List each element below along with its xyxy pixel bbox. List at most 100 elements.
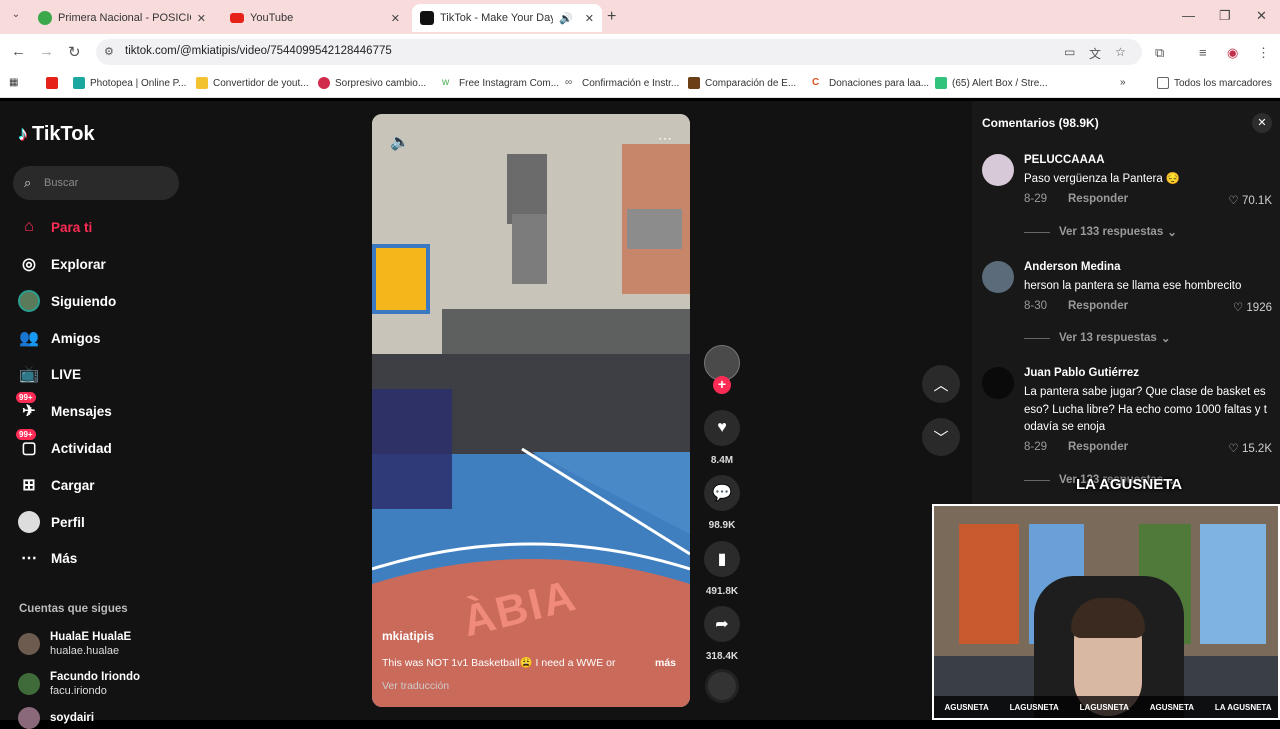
nav-perfil[interactable]: Perfil bbox=[18, 509, 85, 535]
nav-actividad[interactable]: ▢ 99+ Actividad bbox=[16, 429, 112, 461]
browser-tab[interactable]: Primera Nacional - POSICIONES ✕ bbox=[30, 4, 214, 32]
streamer-hair bbox=[1071, 598, 1145, 638]
reply-button[interactable]: Responder bbox=[1068, 441, 1128, 453]
follow-plus-icon[interactable]: + bbox=[713, 376, 731, 394]
cast-icon[interactable]: ▭ bbox=[1064, 45, 1075, 59]
comment-username[interactable]: Anderson Medina bbox=[1024, 261, 1120, 273]
bookmark-item[interactable]: C Donaciones para laa... bbox=[812, 77, 929, 89]
like-button[interactable]: ♥ bbox=[704, 410, 740, 446]
restore-icon[interactable]: ❐ bbox=[1219, 8, 1231, 24]
close-tab-icon[interactable]: ✕ bbox=[585, 12, 594, 25]
comment-like[interactable]: ♡ 70.1K bbox=[1228, 193, 1272, 207]
volume-icon[interactable]: 🔈 bbox=[390, 132, 410, 152]
nav-amigos[interactable]: 👥 Amigos bbox=[18, 325, 101, 351]
video-more-dots-icon[interactable]: ⋯ bbox=[658, 130, 672, 147]
bookmark-item[interactable]: Sorpresivo cambio... bbox=[318, 77, 426, 89]
nav-cargar[interactable]: ⊞ Cargar bbox=[18, 472, 94, 498]
tab-search-chevron-icon[interactable]: ⌄ bbox=[8, 9, 24, 25]
following-account[interactable]: soydairi bbox=[18, 707, 94, 729]
c-icon: C bbox=[812, 77, 824, 89]
comment-like[interactable]: ♡ 15.2K bbox=[1228, 441, 1272, 455]
all-bookmarks[interactable]: Todos los marcadores bbox=[1157, 77, 1272, 89]
avatar bbox=[18, 633, 40, 655]
back-icon[interactable]: ← bbox=[11, 43, 26, 60]
profile-avatar-icon[interactable]: ◉ bbox=[1227, 45, 1238, 61]
tiktok-logo[interactable]: ♪ TikTok bbox=[18, 123, 95, 146]
nav-mensajes[interactable]: ✈ 99+ Mensajes bbox=[16, 392, 112, 424]
more-dots-icon: ⋯ bbox=[21, 550, 37, 567]
close-comments-button[interactable]: ✕ bbox=[1252, 113, 1272, 133]
avatar[interactable] bbox=[982, 367, 1014, 399]
following-account[interactable]: HualaE HualaE hualae.hualae bbox=[18, 630, 131, 658]
speaker-icon[interactable]: 🔊 bbox=[559, 12, 573, 25]
forward-icon[interactable]: → bbox=[39, 43, 54, 60]
nav-mas[interactable]: ⋯ Más bbox=[18, 545, 77, 571]
bookmark-item[interactable]: Convertidor de yout... bbox=[196, 77, 309, 89]
share-arrow-icon: ➦ bbox=[715, 616, 729, 633]
url-text[interactable]: tiktok.com/@mkiatipis/video/754409954212… bbox=[125, 45, 392, 57]
bookmarks-overflow-icon[interactable]: » bbox=[1120, 77, 1126, 88]
tiktok-handle: LA AGUSNETA bbox=[1214, 702, 1272, 712]
view-replies[interactable]: Ver 13 respuestas ⌄ bbox=[1024, 331, 1170, 345]
new-tab-icon[interactable]: + bbox=[607, 8, 616, 26]
nav-live[interactable]: 📺 LIVE bbox=[18, 361, 81, 387]
share-button[interactable]: ➦ bbox=[704, 606, 740, 642]
nav-para-ti[interactable]: ⌂ Para ti bbox=[18, 214, 92, 240]
comment-bubble-icon: 💬 bbox=[712, 485, 732, 502]
following-section-title: Cuentas que sigues bbox=[19, 603, 128, 615]
close-tab-icon[interactable]: ✕ bbox=[391, 12, 400, 25]
youtube-handle: AGUSNETA bbox=[1149, 702, 1195, 712]
comment-button[interactable]: 💬 bbox=[704, 475, 740, 511]
video-player[interactable]: ÀBIA 🔈 ⋯ mkiatipis This was NOT 1v1 Bask… bbox=[372, 114, 690, 707]
search-input[interactable] bbox=[44, 174, 164, 192]
nav-label: Más bbox=[51, 550, 78, 566]
comment-username[interactable]: PELUCCAAAA bbox=[1024, 154, 1105, 166]
video-author[interactable]: mkiatipis bbox=[382, 629, 434, 643]
extensions-icon[interactable]: ⧉ bbox=[1155, 45, 1164, 61]
music-disc[interactable] bbox=[705, 669, 739, 703]
translate-link[interactable]: Ver traducción bbox=[382, 680, 449, 692]
previous-video-button[interactable]: ︿ bbox=[922, 365, 960, 403]
comment-username[interactable]: Juan Pablo Gutiérrez bbox=[1024, 367, 1139, 379]
comment-like-count: 15.2K bbox=[1241, 443, 1272, 455]
bookmark-label: Comparación de E... bbox=[705, 77, 797, 89]
media-control-icon[interactable]: ≡ bbox=[1199, 45, 1207, 60]
reply-button[interactable]: Responder bbox=[1068, 193, 1128, 205]
nav-label: Amigos bbox=[51, 330, 101, 346]
bookmark-youtube[interactable] bbox=[46, 77, 63, 89]
view-replies[interactable]: Ver 133 respuestas ⌄ bbox=[1024, 225, 1177, 239]
save-button[interactable]: ▮ bbox=[704, 541, 740, 577]
nav-explorar[interactable]: ◎ Explorar bbox=[18, 251, 106, 277]
bookmark-label: Confirmación e Instr... bbox=[582, 77, 680, 89]
avatar[interactable] bbox=[982, 261, 1014, 293]
comment-like[interactable]: ♡ 1926 bbox=[1233, 300, 1272, 314]
close-window-icon[interactable]: ✕ bbox=[1256, 8, 1267, 24]
next-video-button[interactable]: ﹀ bbox=[922, 418, 960, 456]
search-box[interactable]: ⌕ bbox=[13, 166, 179, 200]
caption-more-link[interactable]: más bbox=[655, 657, 676, 669]
bookmark-item[interactable]: w Free Instagram Com... bbox=[442, 77, 559, 89]
bookmark-item[interactable]: Photopea | Online P... bbox=[73, 77, 186, 89]
reply-button[interactable]: Responder bbox=[1068, 300, 1128, 312]
close-tab-icon[interactable]: ✕ bbox=[197, 12, 206, 25]
bookmark-item[interactable]: Comparación de E... bbox=[688, 77, 796, 89]
bookmark-item[interactable]: (65) Alert Box / Stre... bbox=[935, 77, 1048, 89]
browser-tab[interactable]: YouTube ✕ bbox=[222, 4, 408, 32]
address-bar[interactable]: ⚙ tiktok.com/@mkiatipis/video/7544099542… bbox=[96, 39, 1142, 65]
apps-grid-icon[interactable]: ▦ bbox=[9, 77, 18, 88]
avatar[interactable] bbox=[982, 154, 1014, 186]
folder-icon bbox=[1157, 77, 1169, 89]
nav-siguiendo[interactable]: Siguiendo bbox=[18, 288, 116, 314]
bookmark-star-icon[interactable]: ☆ bbox=[1115, 45, 1126, 59]
bookmark-item[interactable]: ∞ Confirmación e Instr... bbox=[565, 77, 679, 89]
reload-icon[interactable]: ↻ bbox=[68, 43, 81, 61]
minimize-icon[interactable]: — bbox=[1182, 8, 1195, 23]
bookmarks-bar: ▦ Photopea | Online P... Convertidor de … bbox=[0, 70, 1280, 98]
translate-icon[interactable]: 文 bbox=[1089, 45, 1101, 62]
site-info-icon[interactable]: ⚙ bbox=[104, 45, 114, 58]
menu-dots-icon[interactable]: ⋮ bbox=[1257, 45, 1270, 61]
like-count: 8.4M bbox=[710, 455, 734, 466]
following-account[interactable]: Facundo Iriondo facu.iriondo bbox=[18, 670, 140, 698]
upload-icon: ⊞ bbox=[22, 477, 36, 494]
browser-tab-active[interactable]: TikTok - Make Your Day 🔊 ✕ bbox=[412, 4, 602, 32]
